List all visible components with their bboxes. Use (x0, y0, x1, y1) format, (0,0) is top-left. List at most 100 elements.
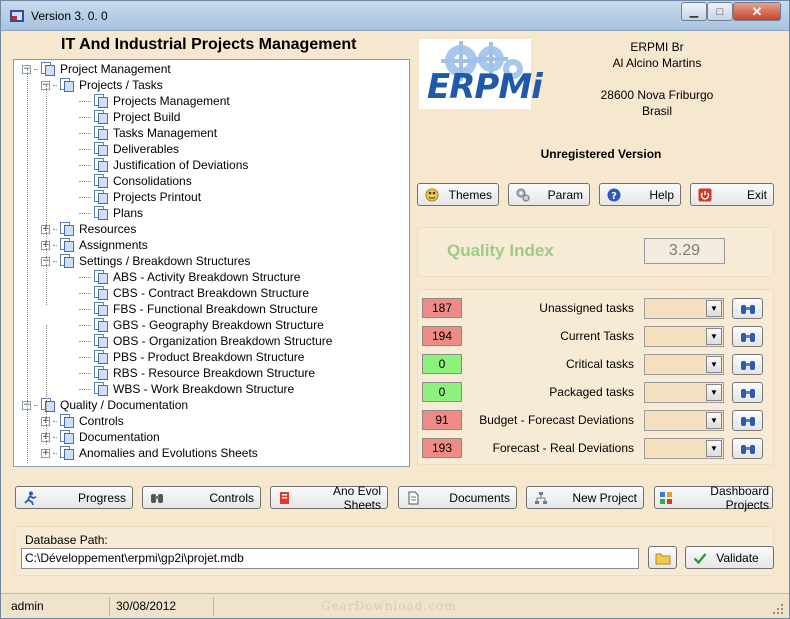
tree-node[interactable]: OBS - Organization Breakdown Structure (79, 333, 332, 349)
metric-filter-select[interactable]: ▼ (644, 298, 724, 319)
company-logo: ERPMi (419, 39, 543, 109)
controls-button[interactable]: Controls (142, 486, 261, 509)
pages-icon (93, 381, 109, 397)
tree-node[interactable]: Projects Printout (79, 189, 201, 205)
tree-node[interactable]: GBS - Geography Breakdown Structure (79, 317, 324, 333)
tree-node[interactable]: Justification of Deviations (79, 157, 248, 173)
metric-search-button[interactable] (732, 326, 763, 347)
validate-button[interactable]: Validate (685, 546, 774, 569)
title-bar[interactable]: Version 3. 0. 0 ▁ □ ✕ (1, 1, 789, 31)
tree-node-label: Tasks Management (113, 126, 218, 140)
pages-icon (93, 269, 109, 285)
expand-icon[interactable]: + (41, 448, 50, 458)
tree-node[interactable]: − Projects / Tasks (41, 77, 163, 93)
checkmark-icon (692, 550, 708, 566)
tree-connector (53, 244, 57, 246)
tree-node[interactable]: − Settings / Breakdown Structures (41, 253, 250, 269)
progress-button[interactable]: Progress (15, 486, 133, 509)
tree-node[interactable]: Consolidations (79, 173, 192, 189)
chevron-down-icon[interactable]: ▼ (706, 440, 722, 457)
tree-node[interactable]: Plans (79, 205, 143, 221)
tree-node-label: Project Management (60, 62, 171, 76)
sheet-icon (277, 490, 293, 506)
pages-icon (93, 301, 109, 317)
document-icon (405, 490, 421, 506)
tree-node[interactable]: − Project Management (22, 61, 171, 77)
pages-icon (59, 237, 75, 253)
metric-search-button[interactable] (732, 382, 763, 403)
documents-button[interactable]: Documents (398, 486, 517, 509)
metric-filter-select[interactable]: ▼ (644, 410, 724, 431)
tree-connector (53, 436, 57, 438)
pages-icon (93, 141, 109, 157)
dashboard-button[interactable]: Dashboard Projects (654, 484, 773, 512)
tree-node[interactable]: RBS - Resource Breakdown Structure (79, 365, 315, 381)
tree-node-label: ABS - Activity Breakdown Structure (113, 270, 301, 284)
exit-button[interactable]: Exit (690, 183, 774, 206)
tree-connector (53, 420, 57, 422)
tree-node[interactable]: WBS - Work Breakdown Structure (79, 381, 294, 397)
metric-search-button[interactable] (732, 298, 763, 319)
chevron-down-icon[interactable]: ▼ (706, 356, 722, 373)
tree-node-label: Projects / Tasks (79, 78, 163, 92)
metric-label: Packaged tasks (549, 385, 634, 399)
tree-node[interactable]: PBS - Product Breakdown Structure (79, 349, 304, 365)
tree-node[interactable]: + Assignments (41, 237, 148, 253)
tree-node[interactable]: Tasks Management (79, 125, 217, 141)
tree-node[interactable]: ABS - Activity Breakdown Structure (79, 269, 300, 285)
tree-node-label: Resources (79, 222, 137, 236)
ano-evol-button[interactable]: Ano Evol Sheets (270, 483, 388, 512)
metric-count: 91 (422, 410, 462, 430)
tree-node[interactable]: Project Build (79, 109, 180, 125)
metric-search-button[interactable] (732, 438, 763, 459)
new-project-button[interactable]: New Project (526, 486, 644, 509)
tree-node[interactable]: FBS - Functional Breakdown Structure (79, 301, 318, 317)
tree-node-label: PBS - Product Breakdown Structure (113, 350, 305, 364)
tree-guide-line (27, 69, 28, 463)
tree-connector (79, 276, 91, 278)
binoculars-icon (149, 490, 165, 506)
metric-search-button[interactable] (732, 354, 763, 375)
resize-grip-icon[interactable] (771, 602, 785, 616)
themes-label: Themes (448, 187, 492, 202)
binoculars-icon (740, 388, 755, 398)
dashboard-icon (658, 490, 674, 506)
tree-node[interactable]: + Anomalies and Evolutions Sheets (41, 445, 258, 461)
pages-icon (59, 445, 75, 461)
tree-node[interactable]: + Resources (41, 221, 136, 237)
database-path-input[interactable]: C:\Développement\erpmi\gp2i\projet.mdb (21, 548, 639, 569)
chevron-down-icon[interactable]: ▼ (706, 412, 722, 429)
param-button[interactable]: Param (508, 183, 590, 206)
chevron-down-icon[interactable]: ▼ (706, 384, 722, 401)
metric-label: Critical tasks (565, 357, 634, 371)
help-button[interactable]: ? Help (599, 183, 681, 206)
tree-node-label: FBS - Functional Breakdown Structure (113, 302, 318, 316)
tree-node[interactable]: + Documentation (41, 429, 160, 445)
metric-filter-select[interactable]: ▼ (644, 382, 724, 403)
tree-node-label: RBS - Resource Breakdown Structure (113, 366, 316, 380)
close-button[interactable]: ✕ (733, 2, 781, 21)
minimize-button[interactable]: ▁ (681, 2, 707, 21)
license-status: Unregistered Version (540, 147, 662, 161)
ano-evol-label: Ano Evol Sheets (332, 483, 381, 512)
themes-button[interactable]: Themes (417, 183, 499, 206)
navigation-tree[interactable]: − Project Management − Projects / Tasks Proj… (13, 59, 410, 467)
tree-connector (79, 132, 91, 134)
browse-button[interactable] (648, 546, 677, 569)
metric-filter-select[interactable]: ▼ (644, 438, 724, 459)
chevron-down-icon[interactable]: ▼ (706, 328, 722, 345)
company-name: ERPMI Br (630, 40, 684, 54)
tree-node[interactable]: CBS - Contract Breakdown Structure (79, 285, 309, 301)
tree-node[interactable]: Projects Management (79, 93, 230, 109)
maximize-button[interactable]: □ (707, 2, 733, 21)
help-label: Help (649, 187, 674, 202)
tree-connector (79, 180, 91, 182)
new-project-label: New Project (572, 490, 637, 505)
pages-icon (59, 413, 75, 429)
metric-search-button[interactable] (732, 410, 763, 431)
tree-node[interactable]: + Controls (41, 413, 124, 429)
metric-filter-select[interactable]: ▼ (644, 326, 724, 347)
chevron-down-icon[interactable]: ▼ (706, 300, 722, 317)
metric-filter-select[interactable]: ▼ (644, 354, 724, 375)
tree-node[interactable]: Deliverables (79, 141, 179, 157)
